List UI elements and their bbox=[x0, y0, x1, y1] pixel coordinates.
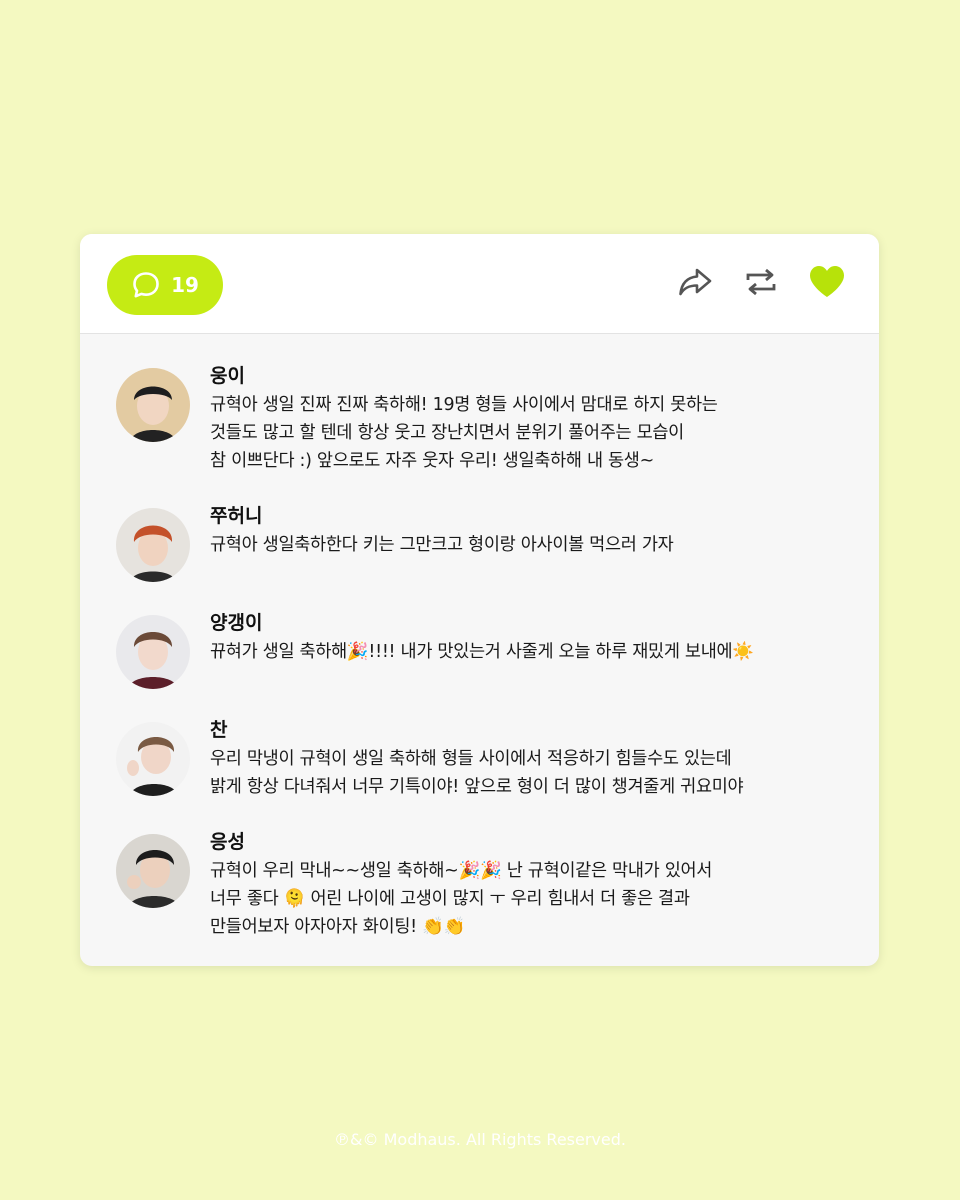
comment-text-line: 규혁아 생일축하한다 키는 그만크고 형이랑 아사이볼 먹으러 가자 bbox=[210, 535, 674, 555]
comment-item: 응성 규혁이 우리 막내~~생일 축하해~🎉🎉 난 규혁이같은 막내가 있어서 … bbox=[116, 830, 867, 941]
comment-text-line: 것들도 많고 할 텐데 항상 웃고 장난치면서 분위기 풀어주는 모습이 bbox=[210, 423, 684, 443]
repost-button[interactable] bbox=[743, 266, 779, 302]
comment-item: 찬 우리 막냉이 규혁이 생일 축하해 형들 사이에서 적응하기 힘들수도 있는… bbox=[116, 718, 867, 801]
comment-body: 찬 우리 막냉이 규혁이 생일 축하해 형들 사이에서 적응하기 힘들수도 있는… bbox=[210, 718, 744, 801]
share-arrow-icon bbox=[677, 264, 713, 304]
share-button[interactable] bbox=[677, 266, 713, 302]
comment-body: 양갱이 뀨혀가 생일 축하해🎉!!!! 내가 맛있는거 사줄게 오늘 하루 재밌… bbox=[210, 611, 754, 666]
comment-body: 쭈허니 규혁아 생일축하한다 키는 그만크고 형이랑 아사이볼 먹으러 가자 bbox=[210, 504, 674, 559]
comment-author: 웅이 bbox=[210, 365, 245, 387]
comment-text-line: 밝게 항상 다녀줘서 너무 기특이야! 앞으로 형이 더 많이 챙겨줄게 귀요미… bbox=[210, 777, 744, 797]
comment-author: 찬 bbox=[210, 719, 228, 741]
comment-item: 양갱이 뀨혀가 생일 축하해🎉!!!! 내가 맛있는거 사줄게 오늘 하루 재밌… bbox=[116, 611, 867, 689]
comment-body: 웅이 규혁아 생일 진짜 진짜 축하해! 19명 형들 사이에서 맘대로 하지 … bbox=[210, 364, 718, 475]
copyright-footer: ℗&© Modhaus. All Rights Reserved. bbox=[334, 1130, 626, 1149]
comment-author: 쭈허니 bbox=[210, 505, 263, 527]
comment-body: 응성 규혁이 우리 막내~~생일 축하해~🎉🎉 난 규혁이같은 막내가 있어서 … bbox=[210, 830, 712, 941]
avatar[interactable] bbox=[116, 722, 190, 796]
comment-author: 응성 bbox=[210, 831, 245, 853]
heart-icon bbox=[808, 264, 846, 304]
comment-item: 웅이 규혁아 생일 진짜 진짜 축하해! 19명 형들 사이에서 맘대로 하지 … bbox=[116, 364, 867, 475]
avatar[interactable] bbox=[116, 368, 190, 442]
comment-author: 양갱이 bbox=[210, 612, 263, 634]
speech-bubble-icon bbox=[131, 270, 161, 300]
comment-count: 19 bbox=[171, 273, 199, 297]
comment-text-line: 너무 좋다 🫠 어린 나이에 고생이 많지 ㅜ 우리 힘내서 더 좋은 결과 bbox=[210, 889, 690, 909]
comments-button[interactable]: 19 bbox=[107, 255, 223, 315]
comment-item: 쭈허니 규혁아 생일축하한다 키는 그만크고 형이랑 아사이볼 먹으러 가자 bbox=[116, 504, 867, 582]
action-bar bbox=[677, 266, 845, 302]
comment-text-line: 우리 막냉이 규혁이 생일 축하해 형들 사이에서 적응하기 힘들수도 있는데 bbox=[210, 749, 732, 769]
comment-text-line: 규혁이 우리 막내~~생일 축하해~🎉🎉 난 규혁이같은 막내가 있어서 bbox=[210, 861, 713, 881]
avatar[interactable] bbox=[116, 834, 190, 908]
card-header: 19 bbox=[80, 234, 879, 334]
avatar[interactable] bbox=[116, 615, 190, 689]
like-button[interactable] bbox=[809, 266, 845, 302]
avatar[interactable] bbox=[116, 508, 190, 582]
comment-list: 웅이 규혁아 생일 진짜 진짜 축하해! 19명 형들 사이에서 맘대로 하지 … bbox=[116, 364, 867, 966]
repost-icon bbox=[743, 264, 779, 304]
comment-text-line: 만들어보자 아자아자 화이팅! 👏👏 bbox=[210, 917, 466, 937]
comment-card: 19 웅이 규혁아 생일 진짜 진짜 축하해! 19명 형들 사이에서 맘대로 … bbox=[80, 234, 879, 966]
comment-text-line: 뀨혀가 생일 축하해🎉!!!! 내가 맛있는거 사줄게 오늘 하루 재밌게 보내… bbox=[210, 642, 754, 662]
comment-text-line: 규혁아 생일 진짜 진짜 축하해! 19명 형들 사이에서 맘대로 하지 못하는 bbox=[210, 395, 718, 415]
comment-text-line: 참 이쁘단다 :) 앞으로도 자주 웃자 우리! 생일축하해 내 동생~ bbox=[210, 451, 654, 471]
